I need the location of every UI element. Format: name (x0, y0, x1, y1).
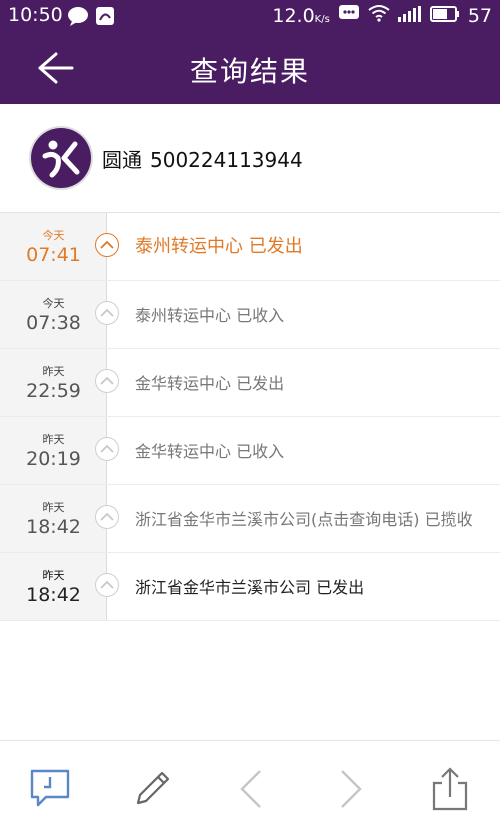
chevron-up-icon (95, 505, 119, 529)
carrier-logo (31, 128, 91, 188)
timeline-date: 昨天 22:59 (0, 349, 107, 416)
chevron-up-icon (95, 573, 119, 597)
timeline-date: 昨天 20:19 (0, 417, 107, 484)
event-time: 07:38 (26, 312, 81, 334)
share-button[interactable] (428, 767, 472, 811)
event-description: 金华转运中心 已发出 (135, 374, 285, 393)
pencil-icon (136, 771, 170, 805)
event-time: 20:19 (26, 448, 81, 470)
event-time: 07:41 (26, 244, 81, 266)
timeline-date: 昨天 18:42 (0, 485, 107, 552)
event-description: 金华转运中心 已收入 (135, 442, 285, 461)
timeline-date: 今天 07:41 (0, 213, 107, 280)
event-time: 18:42 (26, 584, 81, 606)
status-bar: 10:50 12.0K/s 57 (0, 0, 500, 32)
event-day: 昨天 (42, 433, 65, 446)
page-title: 查询结果 (189, 55, 310, 88)
timeline-row[interactable]: 昨天 22:59 金华转运中心 已发出 (0, 349, 500, 417)
carrier-company: 圆通 (102, 148, 142, 172)
event-time: 22:59 (26, 380, 81, 402)
carrier-name: 圆通 500224113944 (102, 144, 303, 173)
event-day: 今天 (42, 229, 65, 242)
event-day: 昨天 (42, 501, 65, 514)
battery-level: 57 (467, 4, 492, 27)
network-speed: 12.0K/s (272, 4, 330, 27)
timeline-row[interactable]: 今天 07:38 泰州转运中心 已收入 (0, 281, 500, 349)
carrier-card: 圆通 500224113944 (0, 104, 500, 213)
next-button[interactable] (328, 767, 372, 811)
edit-button[interactable] (130, 767, 174, 811)
event-day: 昨天 (42, 569, 65, 582)
event-day: 昨天 (42, 365, 65, 378)
timeline-row[interactable]: 今天 07:41 泰州转运中心 已发出 (0, 213, 500, 281)
timeline-row[interactable]: 昨天 20:19 金华转运中心 已收入 (0, 417, 500, 485)
tracking-number: 500224113944 (150, 148, 303, 172)
status-time: 10:50 (8, 4, 63, 26)
wifi-icon (368, 4, 390, 27)
timeline-date: 今天 07:38 (0, 281, 107, 348)
app-notification-icon (95, 6, 115, 30)
message-icon (30, 769, 70, 807)
event-description: 浙江省金华市兰溪市公司 已发出 (135, 578, 365, 597)
message-status-icon (338, 4, 360, 27)
share-icon (432, 767, 468, 811)
previous-button[interactable] (232, 767, 276, 811)
header: 查询结果 (0, 32, 500, 104)
chat-bubble-icon (67, 6, 89, 30)
chevron-up-icon (95, 369, 119, 393)
timeline-row[interactable]: 昨天 18:42 浙江省金华市兰溪市公司(点击查询电话) 已揽收 (0, 485, 500, 553)
chevron-up-icon (95, 233, 119, 257)
status-right: 12.0K/s 57 (272, 4, 492, 27)
event-description: 浙江省金华市兰溪市公司(点击查询电话) 已揽收 (135, 510, 473, 529)
chevron-up-icon (95, 437, 119, 461)
chevron-left-icon (240, 770, 261, 808)
message-button[interactable] (28, 767, 72, 811)
timeline-row[interactable]: 昨天 18:42 浙江省金华市兰溪市公司 已发出 (0, 553, 500, 621)
chevron-right-icon (341, 770, 362, 808)
timeline-date: 昨天 18:42 (0, 553, 107, 620)
event-time: 18:42 (26, 516, 81, 538)
event-description: 泰州转运中心 已发出 (135, 236, 303, 257)
event-description: 泰州转运中心 已收入 (135, 306, 285, 325)
chevron-up-icon (95, 301, 119, 325)
bottom-toolbar (0, 740, 500, 834)
tracking-timeline: 今天 07:41 泰州转运中心 已发出 今天 07:38 泰州转运中心 已收入 … (0, 213, 500, 621)
signal-icon (397, 5, 422, 27)
battery-icon (429, 5, 460, 27)
event-day: 今天 (42, 297, 65, 310)
